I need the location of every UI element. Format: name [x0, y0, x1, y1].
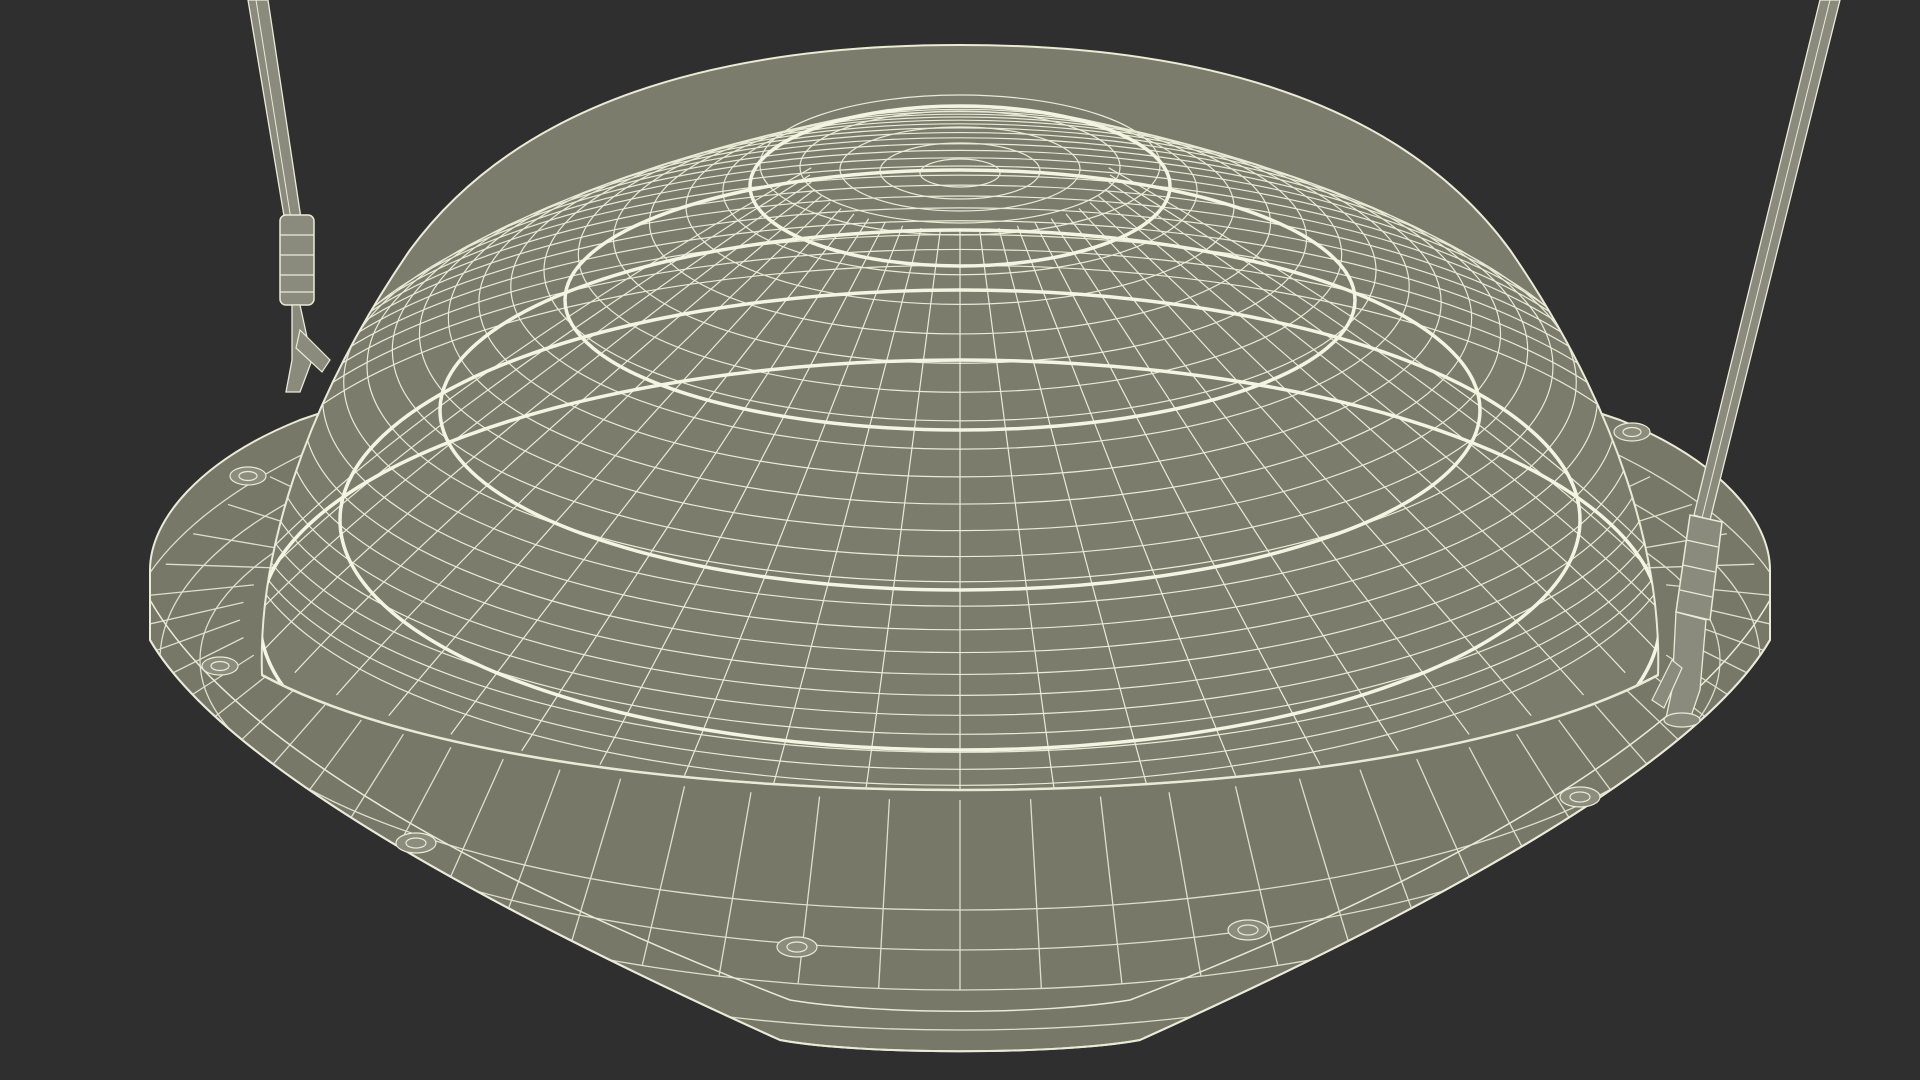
render-viewport: [0, 0, 1920, 1080]
bolt-icon: [1613, 422, 1651, 442]
bolt-icon: [776, 936, 818, 958]
bolt-icon: [229, 466, 267, 486]
wireframe-model-view: [149, 0, 1841, 1053]
bolt-icon: [1559, 786, 1601, 808]
rope-clamp-icon: [279, 214, 315, 306]
left-rope: [247, 0, 331, 393]
bolt-icon: [1227, 919, 1269, 941]
bolt-icon: [201, 656, 239, 676]
bolt-icon: [395, 832, 437, 854]
